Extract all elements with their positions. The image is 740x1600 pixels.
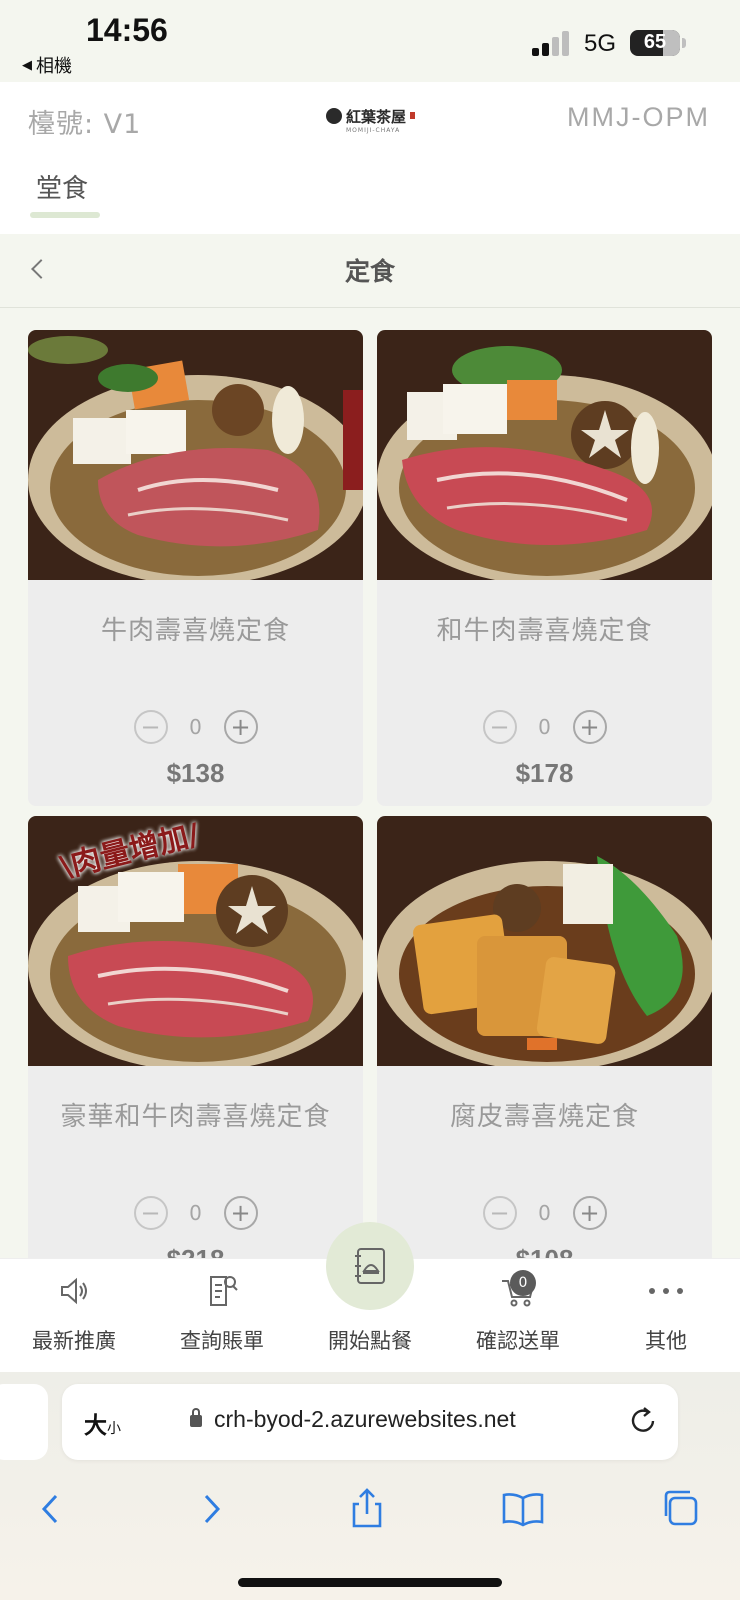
browser-toolbar: 大小 crh-byod-2.azurewebsites.net: [0, 1372, 740, 1600]
more-dots-icon: [646, 1271, 686, 1311]
lock-icon: [190, 1408, 202, 1427]
menu-book-icon: [355, 1248, 385, 1284]
signal-icon: [532, 30, 572, 56]
item-name: 腐皮壽喜燒定食: [449, 1102, 639, 1132]
quantity-stepper: − 0 +: [28, 1196, 363, 1230]
tab-active-indicator: [30, 212, 100, 218]
increase-button[interactable]: +: [223, 1196, 258, 1230]
item-name: 和牛肉壽喜燒定食: [436, 616, 653, 646]
store-code: MMJ-OPM: [567, 102, 710, 132]
menu-card[interactable]: \肉量增加/ 豪華和牛肉壽喜燒定食 − 0 + $218: [28, 816, 363, 1292]
food-photo: [28, 330, 363, 580]
logo-name: 紅葉茶屋: [346, 108, 407, 126]
tabs-icon[interactable]: [656, 1484, 706, 1534]
back-app-label: 相機: [36, 56, 72, 77]
address-bar[interactable]: 大小 crh-byod-2.azurewebsites.net: [62, 1384, 678, 1460]
nav-start-order-label: 開始點餐: [328, 1329, 412, 1353]
text-size-button[interactable]: 大小: [84, 1406, 121, 1440]
cart-count-badge: 0: [510, 1270, 536, 1296]
browser-forward-icon[interactable]: [186, 1484, 236, 1534]
speaker-icon: [54, 1271, 94, 1311]
nav-more[interactable]: 其他: [592, 1259, 740, 1373]
item-price: $138: [166, 758, 225, 788]
decrease-button[interactable]: −: [133, 1196, 168, 1230]
bookmarks-icon[interactable]: [498, 1484, 548, 1534]
menu-card[interactable]: 牛肉壽喜燒定食 − 0 + $138: [28, 330, 363, 806]
increase-button[interactable]: +: [572, 710, 607, 744]
nav-promotions-label: 最新推廣: [32, 1329, 116, 1353]
category-bar: 定食: [0, 234, 740, 308]
battery-tip: [682, 38, 686, 48]
item-name: 牛肉壽喜燒定食: [100, 616, 290, 646]
quantity-stepper: − 0 +: [377, 1196, 712, 1230]
browser-back-icon[interactable]: [26, 1484, 76, 1534]
bill-search-icon: [202, 1271, 242, 1311]
brand-logo: 紅葉茶屋 MOMIJI-CHAYA: [326, 106, 416, 134]
increase-button[interactable]: +: [572, 1196, 607, 1230]
quantity-value: 0: [189, 715, 202, 739]
nav-confirm-label: 確認送單: [476, 1329, 560, 1353]
quantity-stepper: − 0 +: [377, 710, 712, 744]
share-icon[interactable]: [342, 1484, 392, 1534]
back-triangle-icon: ◀: [22, 57, 32, 73]
network-label: 5G: [584, 30, 617, 57]
decrease-button[interactable]: −: [133, 710, 168, 744]
home-indicator: [238, 1578, 502, 1587]
tab-dine-in[interactable]: 堂食: [36, 168, 88, 205]
url-text: crh-byod-2.azurewebsites.net: [214, 1406, 516, 1432]
nav-promotions[interactable]: 最新推廣: [0, 1259, 148, 1373]
logo-seal: [410, 112, 416, 119]
quantity-value: 0: [189, 1201, 202, 1225]
food-photo: [377, 816, 712, 1066]
battery-icon: 65: [630, 30, 680, 56]
nav-bill[interactable]: 查詢賬單: [148, 1259, 296, 1373]
decrease-button[interactable]: −: [482, 710, 517, 744]
item-name: 豪華和牛肉壽喜燒定食: [60, 1102, 331, 1132]
start-order-button[interactable]: [326, 1222, 414, 1310]
quantity-value: 0: [538, 715, 551, 739]
menu-card[interactable]: 和牛肉壽喜燒定食 − 0 + $178: [377, 330, 712, 806]
table-number: 檯號: V1: [28, 109, 142, 140]
status-bar: 14:56 ◀ 相機 5G 65: [0, 0, 740, 82]
app-header: 檯號: V1 紅葉茶屋 MOMIJI-CHAYA MMJ-OPM 堂食: [0, 82, 740, 234]
maple-leaf-icon: [326, 108, 342, 124]
nav-bill-label: 查詢賬單: [180, 1329, 264, 1353]
nav-more-label: 其他: [645, 1329, 687, 1353]
logo-subtitle: MOMIJI-CHAYA: [346, 127, 401, 134]
status-time: 14:56: [86, 12, 168, 48]
quantity-stepper: − 0 +: [28, 710, 363, 744]
reload-icon[interactable]: [626, 1404, 660, 1438]
menu-card[interactable]: 腐皮壽喜燒定食 − 0 + $108: [377, 816, 712, 1292]
increase-button[interactable]: +: [223, 710, 258, 744]
back-to-app-link[interactable]: ◀ 相機: [22, 52, 72, 78]
item-price: $178: [515, 758, 574, 788]
quantity-value: 0: [538, 1201, 551, 1225]
previous-tab-peek[interactable]: [0, 1384, 48, 1460]
battery-percent: 65: [643, 31, 667, 53]
food-photo: [377, 330, 712, 580]
category-title: 定食: [344, 257, 395, 286]
decrease-button[interactable]: −: [482, 1196, 517, 1230]
